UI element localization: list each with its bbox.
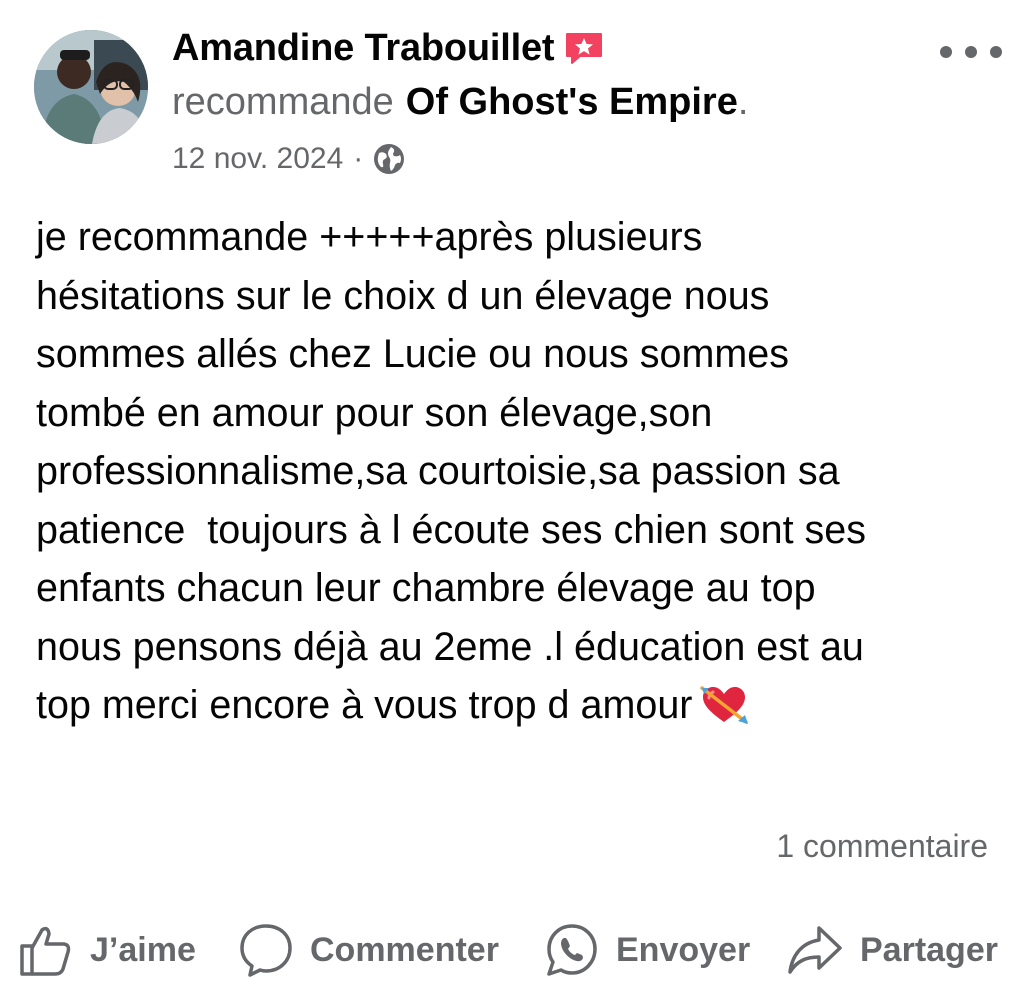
avatar[interactable] [34, 30, 148, 144]
post-text-line: professionnalisme,sa courtoisie,sa passi… [36, 449, 840, 493]
comment-bubble-icon [240, 924, 292, 977]
heart-with-arrow-icon [700, 684, 750, 726]
more-dot-icon [940, 46, 952, 58]
comment-label: Commenter [310, 930, 499, 969]
comment-count[interactable]: 1 commentaire [776, 828, 988, 865]
post-text-line: nous pensons déjà au 2eme .l éducation e… [36, 624, 864, 669]
avatar-photo [34, 30, 148, 144]
recommendation-badge-icon [564, 31, 604, 65]
post-text-line: hésitations sur le choix d un élevage no… [36, 273, 770, 318]
post-text-line: top merci encore à vous trop d amour [36, 683, 693, 727]
author-line: Amandine Trabouillet [172, 24, 604, 72]
globe-icon [373, 143, 405, 175]
more-options-button[interactable] [940, 40, 1002, 64]
post-text-line: je recommande +++++après plusieurs [36, 215, 703, 259]
post-text-last-line: top merci encore à vous trop d amour [36, 676, 1006, 735]
share-label: Partager [860, 930, 998, 969]
post-text-line: sommes allés chez Lucie ou nous sommes [36, 332, 790, 376]
more-dot-icon [965, 46, 977, 58]
more-dot-icon [990, 46, 1002, 58]
like-button[interactable]: J’aime [18, 912, 196, 988]
trailing-dot: . [737, 80, 749, 123]
post-text-line: patience toujours à l écoute ses chien s… [36, 507, 867, 552]
send-label: Envoyer [616, 930, 751, 969]
comment-button[interactable]: Commenter [238, 912, 499, 988]
share-button[interactable]: Partager [786, 912, 998, 988]
like-label: J’aime [90, 930, 196, 969]
post-date[interactable]: 12 nov. 2024 [172, 142, 343, 176]
post-meta: 12 nov. 2024 · [172, 138, 405, 180]
author-name[interactable]: Amandine Trabouillet [172, 27, 555, 70]
send-button[interactable]: Envoyer [544, 912, 750, 988]
thumbs-up-icon [20, 926, 71, 976]
post-text-line: enfants chacun leur chambre élevage au t… [36, 566, 816, 610]
meta-separator: · [353, 142, 364, 175]
action-bar: J’aime Commenter Envoyer Partager [0, 912, 1024, 988]
recommendation-post: Amandine Trabouillet recommande Of Ghost… [0, 0, 1024, 1006]
recommends-verb: recommande [172, 80, 394, 123]
recommendation-line: recommande Of Ghost's Empire . [172, 78, 748, 126]
page-name-link[interactable]: Of Ghost's Empire [406, 81, 738, 124]
share-arrow-icon [788, 926, 842, 974]
whatsapp-icon [547, 924, 597, 976]
post-text: je recommande +++++après plusieurs hésit… [36, 208, 1006, 735]
post-text-line: tombé en amour pour son élevage,son [36, 390, 713, 435]
